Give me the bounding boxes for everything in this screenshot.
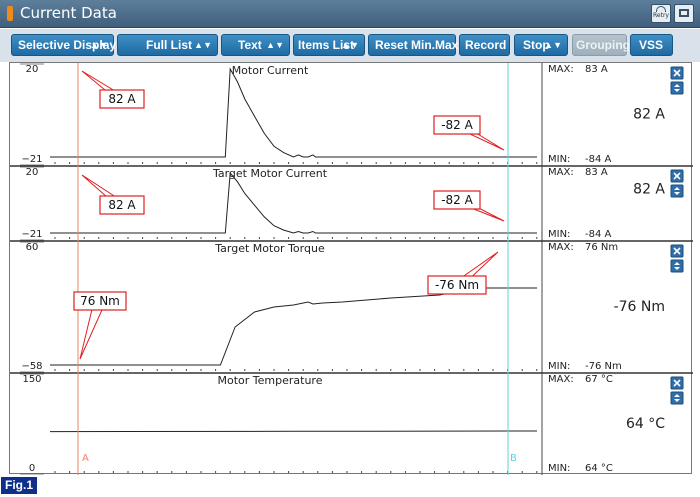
current-value: -76 Nm [614,299,665,315]
full-list-label: Full List [146,38,192,52]
min-label: MIN: [548,361,570,372]
updown-caret-icon: ▲▼ [544,40,562,50]
retry-label: Retry [653,12,669,19]
window-icon [679,9,689,17]
y-axis-max-label: 20 [26,64,39,75]
vss-button[interactable]: VSS [630,34,673,56]
y-axis-min-label: −21 [21,154,42,165]
figure-label: Fig.1 [1,477,38,494]
min-value: -84 A [585,229,612,240]
max-value: 83 A [585,64,608,75]
max-label: MAX: [548,374,574,385]
graph-title: Motor Temperature [218,374,323,387]
callout-text: -76 Nm [435,278,479,292]
graph-title: Motor Current [232,64,309,77]
min-label: MIN: [548,463,570,474]
title-bar: Current Data Retry [0,0,700,28]
callout-text: -82 A [441,118,473,132]
up-down-arrow-icon[interactable] [670,184,684,198]
selective-display-dropdown[interactable]: Selective Display ▲▼ [11,34,116,56]
full-list-dropdown[interactable]: Full List ▲▼ [117,34,218,56]
callout-text: 82 A [108,198,136,212]
callout-text: 76 Nm [80,294,120,308]
callout-text: -82 A [441,193,473,207]
current-value: 64 °C [626,416,665,432]
y-axis-max-label: 20 [26,167,39,178]
y-axis-min-label: 0 [29,463,35,474]
cursor-b-label: B [510,453,517,464]
max-label: MAX: [548,242,574,253]
y-axis-min-label: −21 [21,229,42,240]
series-line [49,430,538,433]
y-axis-min-label: −58 [21,361,42,372]
vss-label: VSS [639,38,664,52]
current-value: 82 A [633,107,665,123]
max-label: MAX: [548,64,574,75]
y-axis-max-label: 150 [22,374,41,385]
series-line [50,67,537,158]
max-label: MAX: [548,167,574,178]
updown-caret-icon: ▲▼ [194,40,212,50]
max-value: 76 Nm [585,242,618,253]
items-list-dropdown[interactable]: Items List ▲▼ [293,34,365,56]
cursor-a-label: A [82,453,89,464]
toolbar: Selective Display ▲▼ Full List ▲▼ Text ▲▼ I… [0,29,700,62]
graphs-svg: 20 −21 Motor Current MAX: 83 A MIN: -84 A 82 A 2… [10,63,693,475]
min-label: MIN: [548,154,570,165]
current-value: 82 A [633,182,665,198]
min-value: -76 Nm [585,361,622,372]
window-title: Current Data [20,4,117,22]
callout-text: 82 A [108,92,136,106]
updown-caret-icon: ▲▼ [266,40,284,50]
reset-min-max-button[interactable]: Reset Min.Max [368,34,459,56]
min-value: 64 °C [585,463,613,474]
window-toggle-button[interactable] [674,4,694,23]
grouping-label: Grouping [576,38,630,52]
min-label: MIN: [548,229,570,240]
text-label: Text [238,38,262,52]
graph-panel: 20 −21 Motor Current MAX: 83 A MIN: -84 A 82 A 2… [9,62,693,475]
max-value: 83 A [585,167,608,178]
app-icon [7,6,13,21]
updown-caret-icon: ▲▼ [90,40,108,50]
text-dropdown[interactable]: Text ▲▼ [221,34,290,56]
min-value: -84 A [585,154,612,165]
y-axis-max-label: 60 [26,242,39,253]
reset-min-max-label: Reset Min.Max [375,38,459,52]
up-down-arrow-icon[interactable] [670,81,684,95]
up-down-arrow-icon[interactable] [670,259,684,273]
up-down-arrow-icon[interactable] [670,391,684,405]
graph-title: Target Motor Torque [214,242,325,255]
stop-dropdown[interactable]: Stop ▲▼ [514,34,568,56]
retry-button[interactable]: Retry [651,4,671,23]
record-button[interactable]: Record [459,34,510,56]
updown-caret-icon: ▲▼ [341,40,359,50]
max-value: 67 °C [585,374,613,385]
grouping-button[interactable]: Grouping [572,34,630,56]
record-label: Record [465,38,507,52]
